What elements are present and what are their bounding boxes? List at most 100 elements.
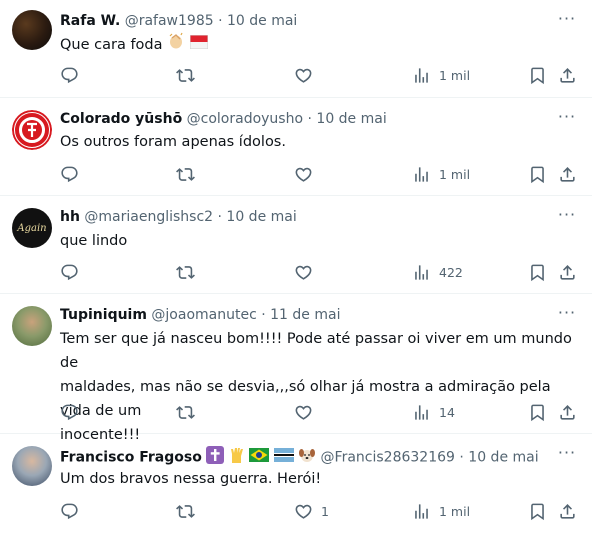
bookmark-button[interactable] [528,163,547,185]
retweet-button[interactable] [176,500,195,522]
share-button[interactable] [558,401,577,423]
retweet-button[interactable] [176,64,195,86]
view-count: 422 [439,264,463,280]
view-count: 1 mil [439,503,471,519]
reply-button[interactable] [60,500,79,522]
tweet-text: Os outros foram apenas ídolos. [60,130,580,154]
reply-button[interactable] [60,163,79,185]
tweet-text: que lindo [60,229,580,253]
views-button[interactable]: 1 mil [412,163,470,185]
author-name[interactable]: Rafa W. [60,13,120,29]
more-options-icon[interactable]: ··· [556,10,578,32]
more-options-icon[interactable]: ··· [556,304,578,326]
like-button[interactable]: 1 [294,500,329,522]
author-handle[interactable]: @coloradoyusho [187,111,303,127]
tweet-header: Colorado yūshō @coloradoyusho · 10 de ma… [60,110,387,128]
tweet-date[interactable]: 10 de mai [468,450,538,466]
reply-button[interactable] [60,64,79,86]
view-count: 1 mil [439,166,471,182]
views-button[interactable]: 1 mil [412,500,470,522]
retweet-button[interactable] [176,163,195,185]
share-button[interactable] [558,163,577,185]
like-button[interactable] [294,163,321,185]
reply-icon [60,403,79,422]
retweet-icon [176,502,195,521]
avatar-tupiniquim[interactable] [12,306,52,346]
latin-cross-emoji-icon [206,446,225,469]
like-icon [294,263,313,282]
tweet-tupiniquim[interactable]: Tupiniquim @joaomanutec · 11 de mai ··· … [0,294,592,443]
author-name[interactable]: Francisco Fragoso [60,450,202,466]
bookmark-button[interactable] [528,261,547,283]
tweet-text: Tem ser que já nasceu bom!!!! Pode até p… [60,327,580,447]
author-handle[interactable]: @Francis28632169 [321,450,455,466]
more-options-icon[interactable]: ··· [556,444,578,466]
tweet-actions: 14 [60,401,580,423]
tweet-text-content: Que cara foda [60,37,163,53]
avatar-text: Again [17,222,47,234]
tweet-text-content: Os outros foram apenas ídolos. [60,134,286,150]
tweet-text-content: que lindo [60,233,128,249]
author-handle[interactable]: @rafaw1985 [125,13,214,29]
bookmark-button[interactable] [528,64,547,86]
views-icon [412,66,431,85]
separator: · [459,449,464,466]
reply-icon [60,502,79,521]
share-icon [558,66,577,85]
bookmark-button[interactable] [528,401,547,423]
tweet-colorado[interactable]: Colorado yūshō @coloradoyusho · 10 de ma… [0,98,592,196]
botswana-flag-emoji-icon [273,448,294,467]
dog-face-emoji-icon [298,446,316,469]
tweet-header: Tupiniquim @joaomanutec · 11 de mai [60,306,340,324]
author-handle[interactable]: @mariaenglishsc2 [84,209,213,225]
vulcan-salute-emoji-icon [229,446,245,469]
bookmark-icon [528,66,547,85]
separator: · [218,13,223,29]
tweet-text-line: Tem ser que já nasceu bom!!!! Pode até p… [60,331,572,371]
more-options-icon[interactable]: ··· [556,206,578,228]
tweet-date[interactable]: 10 de mai [227,13,297,29]
tweet-actions: 1 1 mil [60,500,580,522]
like-button[interactable] [294,64,321,86]
like-button[interactable] [294,261,321,283]
tweet-rafa[interactable]: Rafa W. @rafaw1985 · 10 de mai ··· Que c… [0,0,592,98]
tweet-actions: 1 mil [60,64,580,86]
tweet-text: Que cara foda [60,32,580,58]
views-button[interactable]: 14 [412,401,455,423]
like-button[interactable] [294,401,321,423]
views-button[interactable]: 1 mil [412,64,470,86]
author-name[interactable]: Tupiniquim [60,307,147,323]
bookmark-button[interactable] [528,500,547,522]
tweet-francisco[interactable]: Francisco Fragoso @Francis28632169 · 10 … [0,434,592,534]
bookmark-icon [528,263,547,282]
share-icon [558,165,577,184]
retweet-icon [176,403,195,422]
retweet-button[interactable] [176,261,195,283]
tweet-header: hh @mariaenglishsc2 · 10 de mai [60,208,297,226]
share-button[interactable] [558,261,577,283]
author-name[interactable]: Colorado yūshō [60,111,182,127]
avatar-francisco[interactable] [12,446,52,486]
tweet-date[interactable]: 10 de mai [226,209,296,225]
reply-button[interactable] [60,401,79,423]
reply-button[interactable] [60,261,79,283]
author-name[interactable]: hh [60,209,80,225]
avatar-hh[interactable]: Again [12,208,52,248]
tweet-hh[interactable]: Again hh @mariaenglishsc2 · 10 de mai ··… [0,196,592,294]
reply-icon [60,263,79,282]
tweet-date[interactable]: 11 de mai [270,307,340,323]
more-options-icon[interactable]: ··· [556,108,578,130]
bookmark-icon [528,165,547,184]
tweet-date[interactable]: 10 de mai [316,111,386,127]
avatar-rafa[interactable] [12,10,52,50]
like-count: 1 [321,503,329,519]
retweet-icon [176,263,195,282]
share-button[interactable] [558,500,577,522]
views-button[interactable]: 422 [412,261,463,283]
retweet-button[interactable] [176,401,195,423]
author-handle[interactable]: @joaomanutec [151,307,256,323]
separator: · [261,307,266,323]
avatar-colorado[interactable] [12,110,52,150]
clapping-hands-emoji-icon [167,32,185,58]
share-button[interactable] [558,64,577,86]
